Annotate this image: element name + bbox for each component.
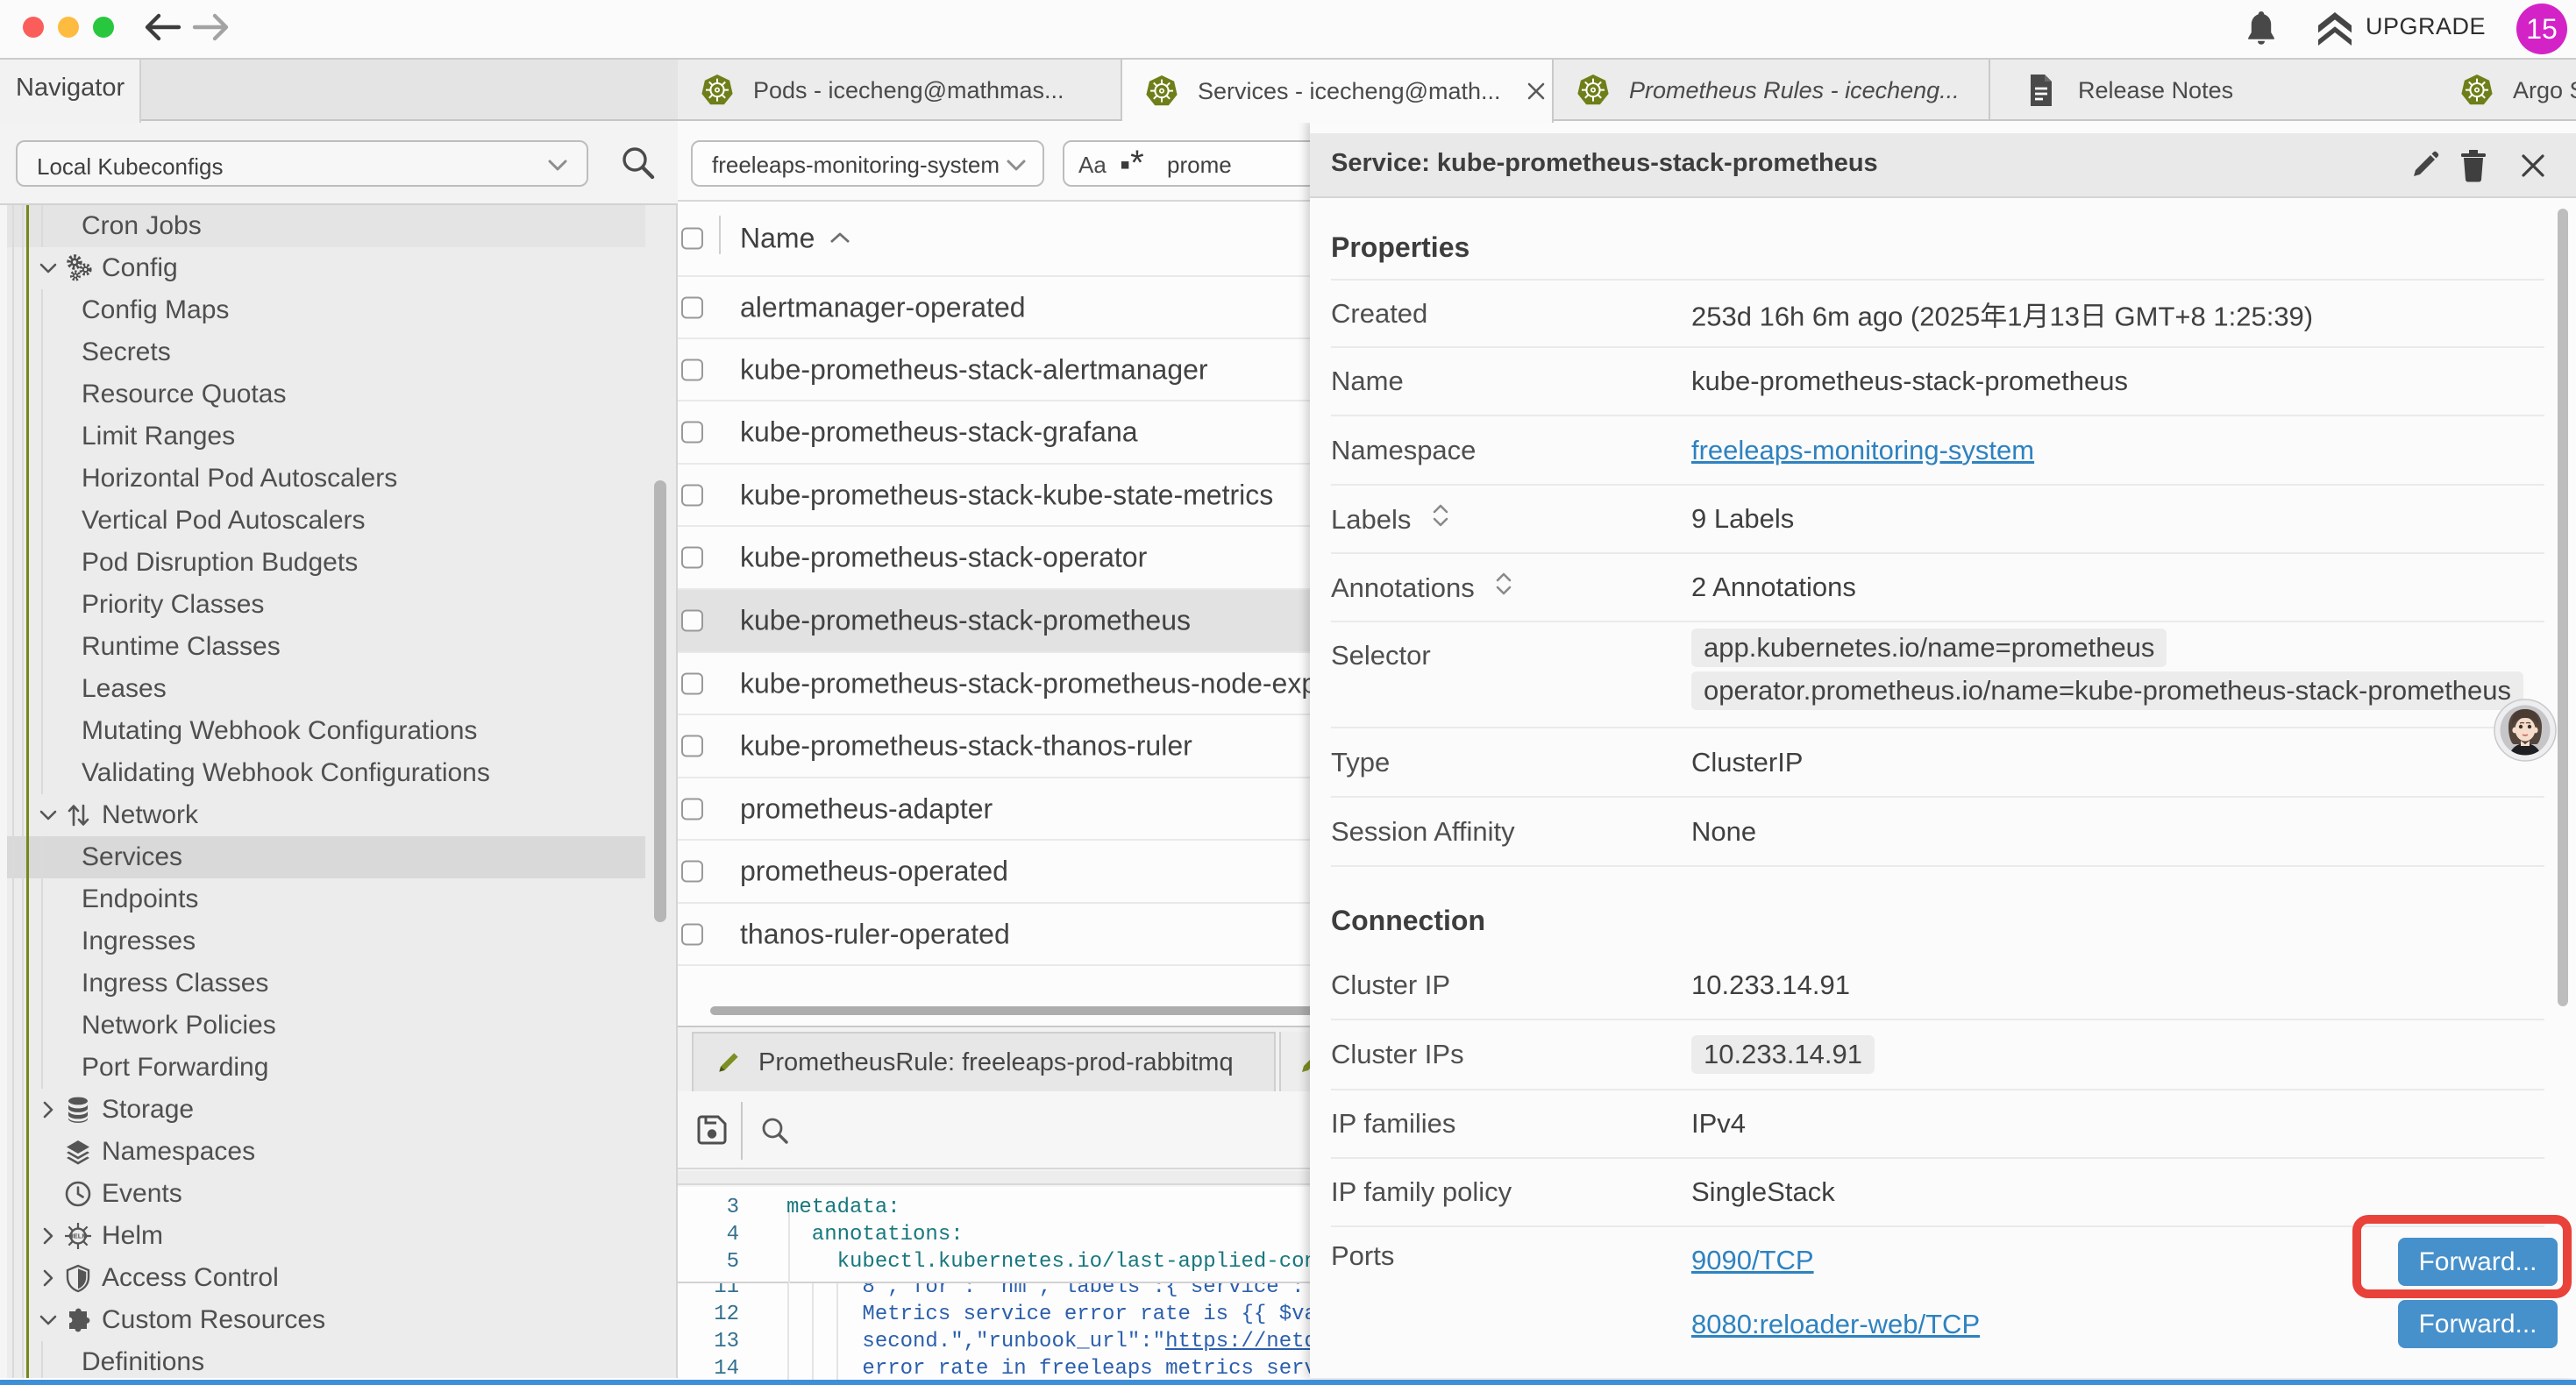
svg-text:HELM: HELM (68, 1232, 87, 1240)
